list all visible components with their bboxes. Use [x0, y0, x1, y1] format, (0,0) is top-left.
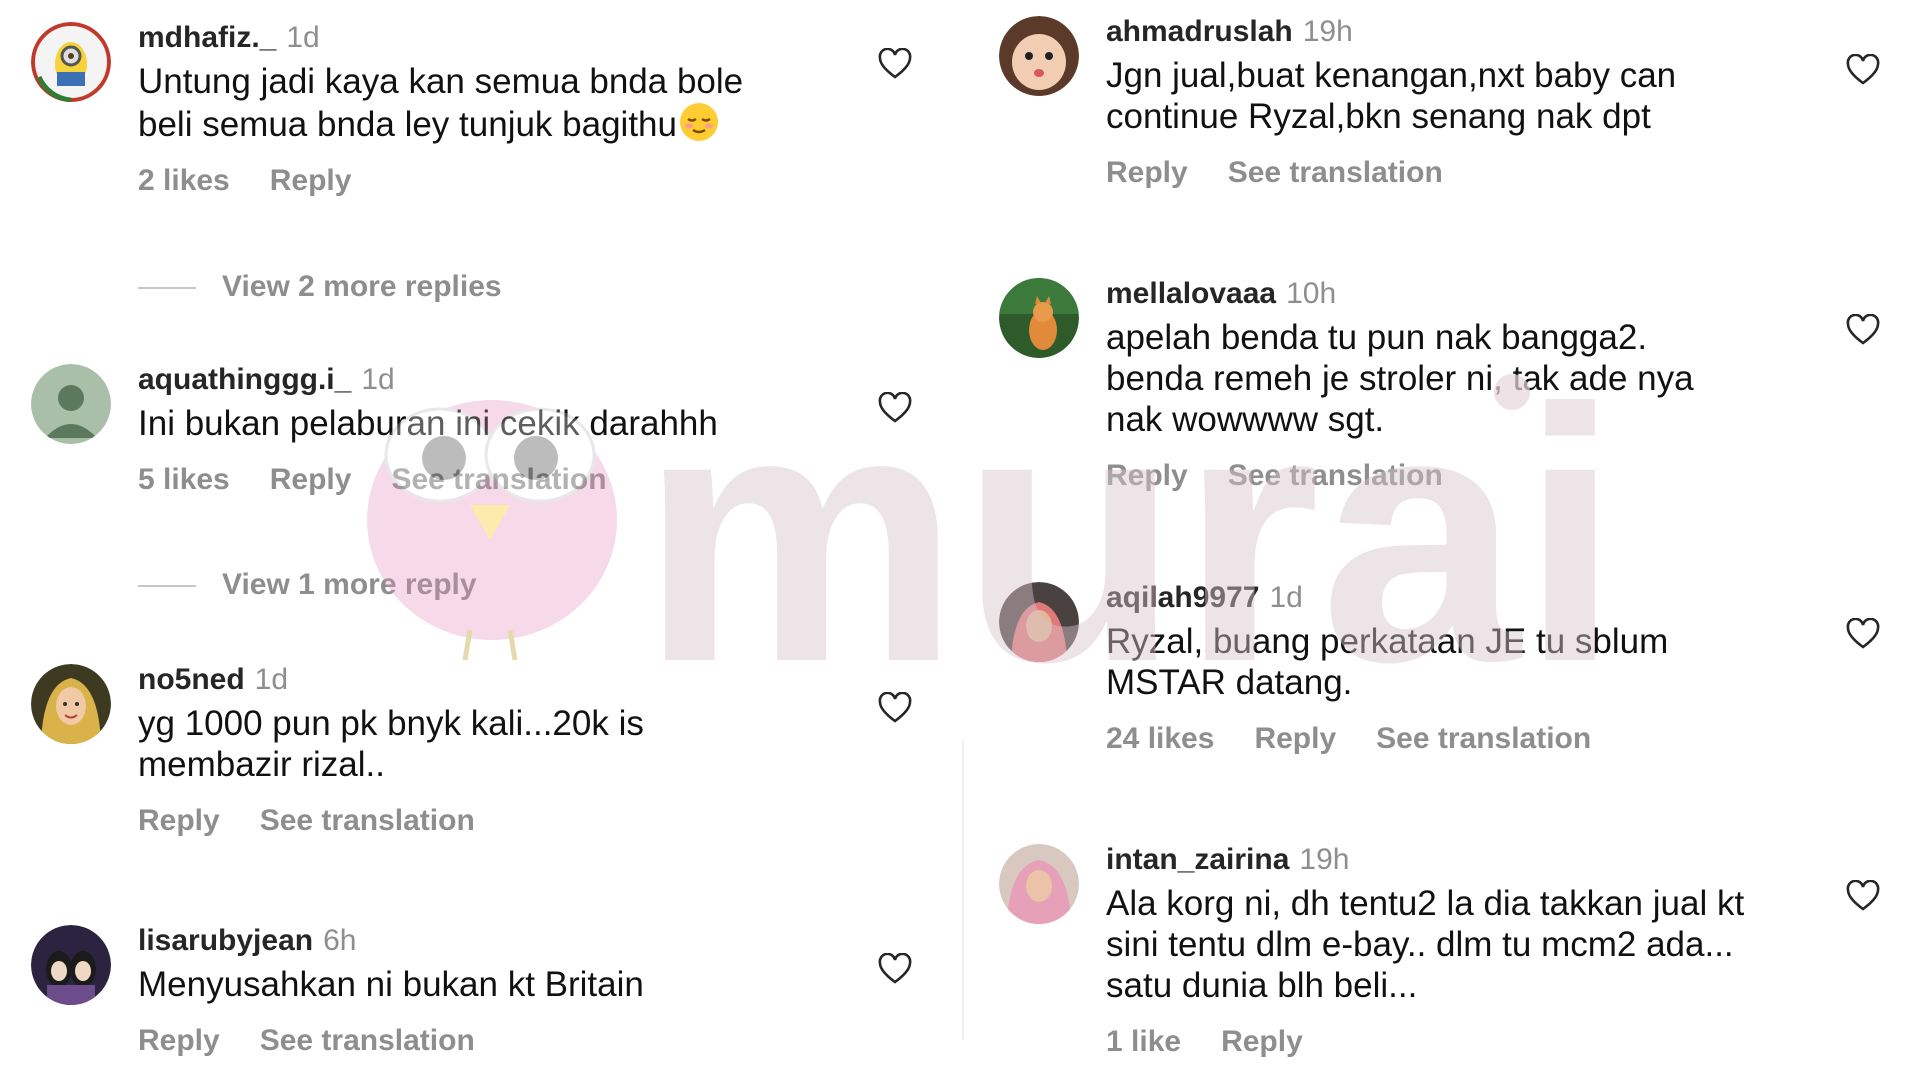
- heart-icon[interactable]: [1846, 618, 1880, 650]
- comments-column-left: mdhafiz._ 1d Untung jadi kaya kan semua b…: [0, 0, 960, 1080]
- heart-icon[interactable]: [878, 692, 912, 724]
- likes-count[interactable]: 2 likes: [138, 164, 230, 197]
- view-more-replies-button[interactable]: View 2 more replies: [138, 270, 502, 304]
- avatar[interactable]: [31, 664, 111, 744]
- comment-text: Untung jadi kaya kan semua bnda bole bel…: [138, 61, 900, 145]
- reply-button[interactable]: Reply: [1106, 459, 1188, 492]
- view-more-label[interactable]: View 1 more reply: [222, 568, 477, 601]
- comment-username[interactable]: no5ned: [138, 663, 245, 696]
- comment-username[interactable]: ahmadruslah: [1106, 15, 1293, 48]
- comment-text: Menyusahkan ni bukan kt Britain: [138, 965, 644, 1004]
- comment-text: Ini bukan pelaburan ini cekik darahhh: [138, 404, 718, 443]
- comment-time: 19h: [1302, 15, 1353, 48]
- comment-username[interactable]: lisarubyjean: [138, 924, 313, 957]
- divider-line: [138, 585, 196, 588]
- reply-button[interactable]: Reply: [138, 1024, 220, 1057]
- heart-icon[interactable]: [878, 48, 912, 80]
- comment-text: Ryzal, buang perkataan JE tu sblum MSTAR…: [1106, 622, 1669, 702]
- see-translation-button[interactable]: See translation: [1228, 459, 1443, 492]
- heart-icon[interactable]: [1846, 54, 1880, 86]
- comment-username[interactable]: aquathinggg.i_: [138, 363, 351, 396]
- comment-username[interactable]: aqilah9977: [1106, 581, 1259, 614]
- heart-icon[interactable]: [878, 953, 912, 985]
- see-translation-button[interactable]: See translation: [1228, 156, 1443, 189]
- avatar[interactable]: [999, 16, 1079, 96]
- heart-icon[interactable]: [1846, 880, 1880, 912]
- reply-button[interactable]: Reply: [270, 463, 352, 496]
- avatar[interactable]: [999, 844, 1079, 924]
- likes-count[interactable]: 24 likes: [1106, 722, 1214, 755]
- comment-time: 1d: [361, 363, 395, 396]
- comment-time: 1d: [286, 21, 320, 54]
- comment-time: 19h: [1299, 843, 1350, 876]
- comment-time: 1d: [1269, 581, 1303, 614]
- reply-button[interactable]: Reply: [1254, 722, 1336, 755]
- avatar[interactable]: [31, 22, 111, 102]
- reply-button[interactable]: Reply: [1221, 1025, 1303, 1058]
- column-divider: [962, 740, 964, 1040]
- see-translation-button[interactable]: See translation: [260, 804, 475, 837]
- divider-line: [138, 287, 196, 290]
- avatar[interactable]: [31, 364, 111, 444]
- comment-username[interactable]: mellalovaaa: [1106, 277, 1276, 310]
- comment-text: Jgn jual,buat kenangan,nxt baby can cont…: [1106, 56, 1677, 136]
- comment-time: 6h: [323, 924, 357, 957]
- reply-button[interactable]: Reply: [270, 164, 352, 197]
- comment-text-content: Untung jadi kaya kan semua bnda bole bel…: [138, 62, 744, 144]
- heart-icon[interactable]: [1846, 314, 1880, 346]
- relieved-face-emoji: [679, 103, 718, 141]
- avatar[interactable]: [999, 582, 1079, 662]
- heart-icon[interactable]: [878, 392, 912, 424]
- view-more-replies-button[interactable]: View 1 more reply: [138, 568, 477, 602]
- likes-count[interactable]: 1 like: [1106, 1025, 1181, 1058]
- comment-text: apelah benda tu pun nak bangga2. benda r…: [1106, 318, 1694, 439]
- avatar[interactable]: [999, 278, 1079, 358]
- comment-username[interactable]: mdhafiz._: [138, 21, 276, 54]
- comment-time: 10h: [1286, 277, 1337, 310]
- reply-button[interactable]: Reply: [1106, 156, 1188, 189]
- likes-count[interactable]: 5 likes: [138, 463, 230, 496]
- see-translation-button[interactable]: See translation: [260, 1024, 475, 1057]
- comment-text: yg 1000 pun pk bnyk kali...20k is membaz…: [138, 704, 644, 784]
- comment-username[interactable]: intan_zairina: [1106, 843, 1289, 876]
- comment-time: 1d: [254, 663, 289, 696]
- see-translation-button[interactable]: See translation: [1376, 722, 1591, 755]
- see-translation-button[interactable]: See translation: [391, 463, 606, 496]
- comments-column-right: ahmadruslah 19h Jgn jual,buat kenangan,nx…: [968, 0, 1920, 1080]
- reply-button[interactable]: Reply: [138, 804, 220, 837]
- view-more-label[interactable]: View 2 more replies: [222, 270, 502, 303]
- comment-text: Ala korg ni, dh tentu2 la dia takkan jua…: [1106, 884, 1745, 1005]
- avatar[interactable]: [31, 925, 111, 1005]
